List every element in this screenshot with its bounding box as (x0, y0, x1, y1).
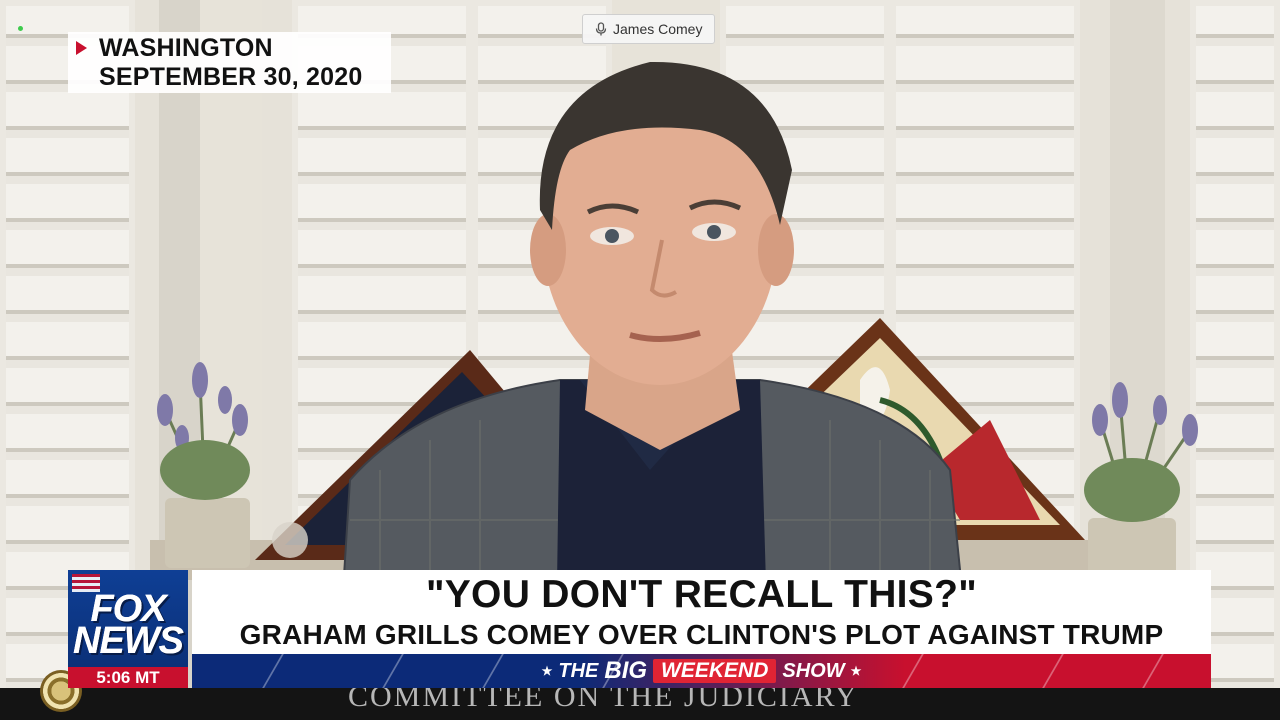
participant-name: James Comey (613, 21, 703, 37)
location-bug: WASHINGTON SEPTEMBER 30, 2020 (68, 32, 391, 93)
plant-left (157, 362, 250, 568)
show-title-bar: ★ THE BIG WEEKEND SHOW ★ (192, 654, 1211, 688)
show-title-weekend: WEEKEND (653, 659, 777, 683)
show-title: ★ THE BIG WEEKEND SHOW ★ (192, 657, 1211, 685)
chyron-subhead: GRAHAM GRILLS COMEY OVER CLINTON'S PLOT … (239, 619, 1164, 650)
network-logo: FOX NEWS 5:06 MT (68, 570, 188, 688)
location-date: SEPTEMBER 30, 2020 (99, 63, 363, 91)
network-logo-line2: NEWS (73, 620, 184, 662)
show-title-show: SHOW (782, 659, 845, 682)
microphone-icon (595, 22, 607, 36)
participant-name-chip: James Comey (582, 14, 716, 44)
broadcast-time: 5:06 MT (68, 667, 188, 688)
chyron: "YOU DON'T RECALL THIS?" GRAHAM GRILLS C… (192, 570, 1211, 654)
plant-right (1084, 382, 1198, 578)
chyron-headline: "YOU DON'T RECALL THIS?" (425, 573, 978, 616)
star-icon: ★ (541, 664, 553, 678)
show-title-the: THE (558, 659, 599, 682)
show-title-big: BIG (604, 657, 648, 684)
camera-indicator-dot (18, 26, 23, 31)
star-icon: ★ (850, 664, 862, 678)
play-triangle-icon (76, 41, 87, 55)
video-frame: James Comey WASHINGTON SEPTEMBER 30, 202… (0, 0, 1280, 720)
location-city: WASHINGTON (99, 34, 273, 62)
